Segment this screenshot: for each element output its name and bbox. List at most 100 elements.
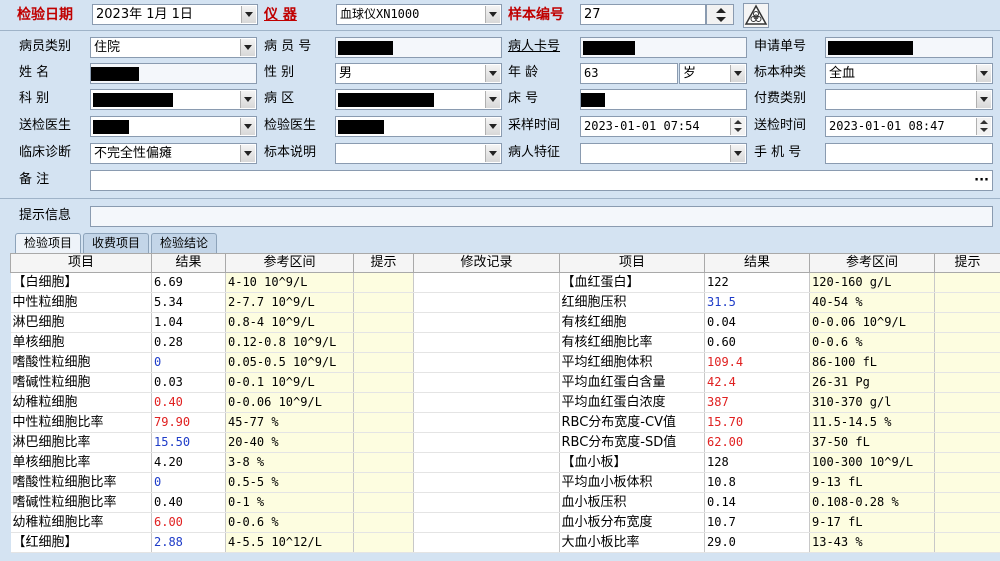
result-cell[interactable]: 387 <box>704 392 810 413</box>
biohazard-button[interactable] <box>743 3 769 28</box>
lab-doctor-select[interactable] <box>335 116 502 137</box>
hint-cell[interactable] <box>353 532 414 553</box>
phone-input[interactable] <box>825 143 993 164</box>
chevron-down-icon[interactable] <box>485 91 500 108</box>
item-cell[interactable]: 血小板压积 <box>559 492 705 513</box>
card-no-label[interactable]: 病人卡号 <box>508 37 560 57</box>
diagnosis-select[interactable]: 不完全性偏瘫 <box>90 143 257 164</box>
result-cell[interactable]: 0.03 <box>151 372 226 393</box>
age-input[interactable]: 63 <box>580 63 678 84</box>
chevron-down-icon[interactable] <box>730 65 745 82</box>
chevron-down-icon[interactable] <box>976 91 991 108</box>
hint-cell[interactable] <box>353 432 414 453</box>
history-cell[interactable] <box>413 432 560 453</box>
range-cell[interactable]: 0-1 % <box>225 492 354 513</box>
range-cell[interactable]: 86-100 fL <box>809 352 935 373</box>
hint-cell[interactable] <box>934 272 1000 293</box>
hint-cell[interactable] <box>353 392 414 413</box>
result-cell[interactable]: 5.34 <box>151 292 226 313</box>
item-cell[interactable]: 血小板分布宽度 <box>559 512 705 533</box>
range-cell[interactable]: 13-43 % <box>809 532 935 553</box>
hint-cell[interactable] <box>353 372 414 393</box>
item-cell[interactable]: 淋巴细胞比率 <box>10 432 152 453</box>
hint-cell[interactable] <box>353 472 414 493</box>
item-cell[interactable]: 嗜碱性粒细胞 <box>10 372 152 393</box>
range-cell[interactable]: 0.12-0.8 10^9/L <box>225 332 354 353</box>
name-input[interactable] <box>90 63 257 84</box>
hint-cell[interactable] <box>934 492 1000 513</box>
range-cell[interactable]: 120-160 g/L <box>809 272 935 293</box>
doctor-select[interactable] <box>90 116 257 137</box>
table-row[interactable]: 【血小板】 128 100-300 10^9/L <box>559 452 1000 473</box>
result-cell[interactable]: 0.60 <box>704 332 810 353</box>
range-cell[interactable]: 100-300 10^9/L <box>809 452 935 473</box>
result-cell[interactable]: 6.00 <box>151 512 226 533</box>
table-row[interactable]: 幼稚粒细胞 0.40 0-0.06 10^9/L <box>10 392 560 413</box>
result-cell[interactable]: 109.4 <box>704 352 810 373</box>
table-row[interactable]: 血小板压积 0.14 0.108-0.28 % <box>559 492 1000 513</box>
chevron-down-icon[interactable] <box>240 145 255 162</box>
col-header-range[interactable]: 参考区间 <box>225 253 354 273</box>
table-row[interactable]: 淋巴细胞 1.04 0.8-4 10^9/L <box>10 312 560 333</box>
result-cell[interactable]: 0 <box>151 472 226 493</box>
dept-select[interactable] <box>90 89 257 110</box>
hint-cell[interactable] <box>353 352 414 373</box>
history-cell[interactable] <box>413 392 560 413</box>
range-cell[interactable]: 0.8-4 10^9/L <box>225 312 354 333</box>
result-cell[interactable]: 62.00 <box>704 432 810 453</box>
item-cell[interactable]: 有核红细胞比率 <box>559 332 705 353</box>
hint-cell[interactable] <box>353 292 414 313</box>
range-cell[interactable]: 9-17 fL <box>809 512 935 533</box>
item-cell[interactable]: 有核红细胞 <box>559 312 705 333</box>
table-row[interactable]: 【血红蛋白】 122 120-160 g/L <box>559 272 1000 293</box>
result-cell[interactable]: 6.69 <box>151 272 226 293</box>
range-cell[interactable]: 0-0.6 % <box>225 512 354 533</box>
hint-cell[interactable] <box>934 452 1000 473</box>
hint-cell[interactable] <box>934 332 1000 353</box>
chevron-down-icon[interactable] <box>241 6 256 23</box>
table-row[interactable]: RBC分布宽度-SD值 62.00 37-50 fL <box>559 432 1000 453</box>
specimen-note-select[interactable] <box>335 143 502 164</box>
hint-cell[interactable] <box>934 372 1000 393</box>
hint-cell[interactable] <box>934 292 1000 313</box>
item-cell[interactable]: 平均血红蛋白浓度 <box>559 392 705 413</box>
collect-time-input[interactable]: 2023-01-01 07:54 <box>580 116 747 137</box>
instrument-select[interactable]: 血球仪XN1000 <box>336 4 502 25</box>
test-date-picker[interactable]: 2023年 1月 1日 <box>92 4 258 25</box>
table-row[interactable]: 有核红细胞 0.04 0-0.06 10^9/L <box>559 312 1000 333</box>
item-cell[interactable]: 【红细胞】 <box>10 532 152 553</box>
tab-test-items[interactable]: 检验项目 <box>15 233 82 253</box>
history-cell[interactable] <box>413 492 560 513</box>
item-cell[interactable]: 平均血红蛋白含量 <box>559 372 705 393</box>
item-cell[interactable]: RBC分布宽度-SD值 <box>559 432 705 453</box>
hint-cell[interactable] <box>934 392 1000 413</box>
range-cell[interactable]: 310-370 g/l <box>809 392 935 413</box>
table-row[interactable]: 平均血红蛋白浓度 387 310-370 g/l <box>559 392 1000 413</box>
hint-cell[interactable] <box>934 512 1000 533</box>
item-cell[interactable]: 幼稚粒细胞 <box>10 392 152 413</box>
hint-cell[interactable] <box>934 412 1000 433</box>
patient-no-input[interactable] <box>335 37 502 58</box>
age-unit-select[interactable]: 岁 <box>679 63 747 84</box>
history-cell[interactable] <box>413 272 560 293</box>
col-header-range[interactable]: 参考区间 <box>809 253 935 273</box>
table-row[interactable]: RBC分布宽度-CV值 15.70 11.5-14.5 % <box>559 412 1000 433</box>
chevron-down-icon[interactable] <box>485 145 500 162</box>
result-cell[interactable]: 122 <box>704 272 810 293</box>
table-row[interactable]: 嗜碱性粒细胞比率 0.40 0-1 % <box>10 492 560 513</box>
pay-type-select[interactable] <box>825 89 993 110</box>
hint-cell[interactable] <box>353 492 414 513</box>
table-row[interactable]: 嗜酸性粒细胞比率 0 0.5-5 % <box>10 472 560 493</box>
hint-cell[interactable] <box>353 312 414 333</box>
item-cell[interactable]: RBC分布宽度-CV值 <box>559 412 705 433</box>
table-row[interactable]: 【红细胞】 2.88 4-5.5 10^12/L <box>10 532 560 553</box>
history-cell[interactable] <box>413 292 560 313</box>
arrow-down-icon[interactable] <box>716 17 726 22</box>
table-row[interactable]: 平均血小板体积 10.8 9-13 fL <box>559 472 1000 493</box>
table-row[interactable]: 中性粒细胞 5.34 2-7.7 10^9/L <box>10 292 560 313</box>
result-cell[interactable]: 10.8 <box>704 472 810 493</box>
sex-select[interactable]: 男 <box>335 63 502 84</box>
ward-select[interactable] <box>335 89 502 110</box>
result-cell[interactable]: 128 <box>704 452 810 473</box>
col-header-item[interactable]: 项目 <box>10 253 152 273</box>
